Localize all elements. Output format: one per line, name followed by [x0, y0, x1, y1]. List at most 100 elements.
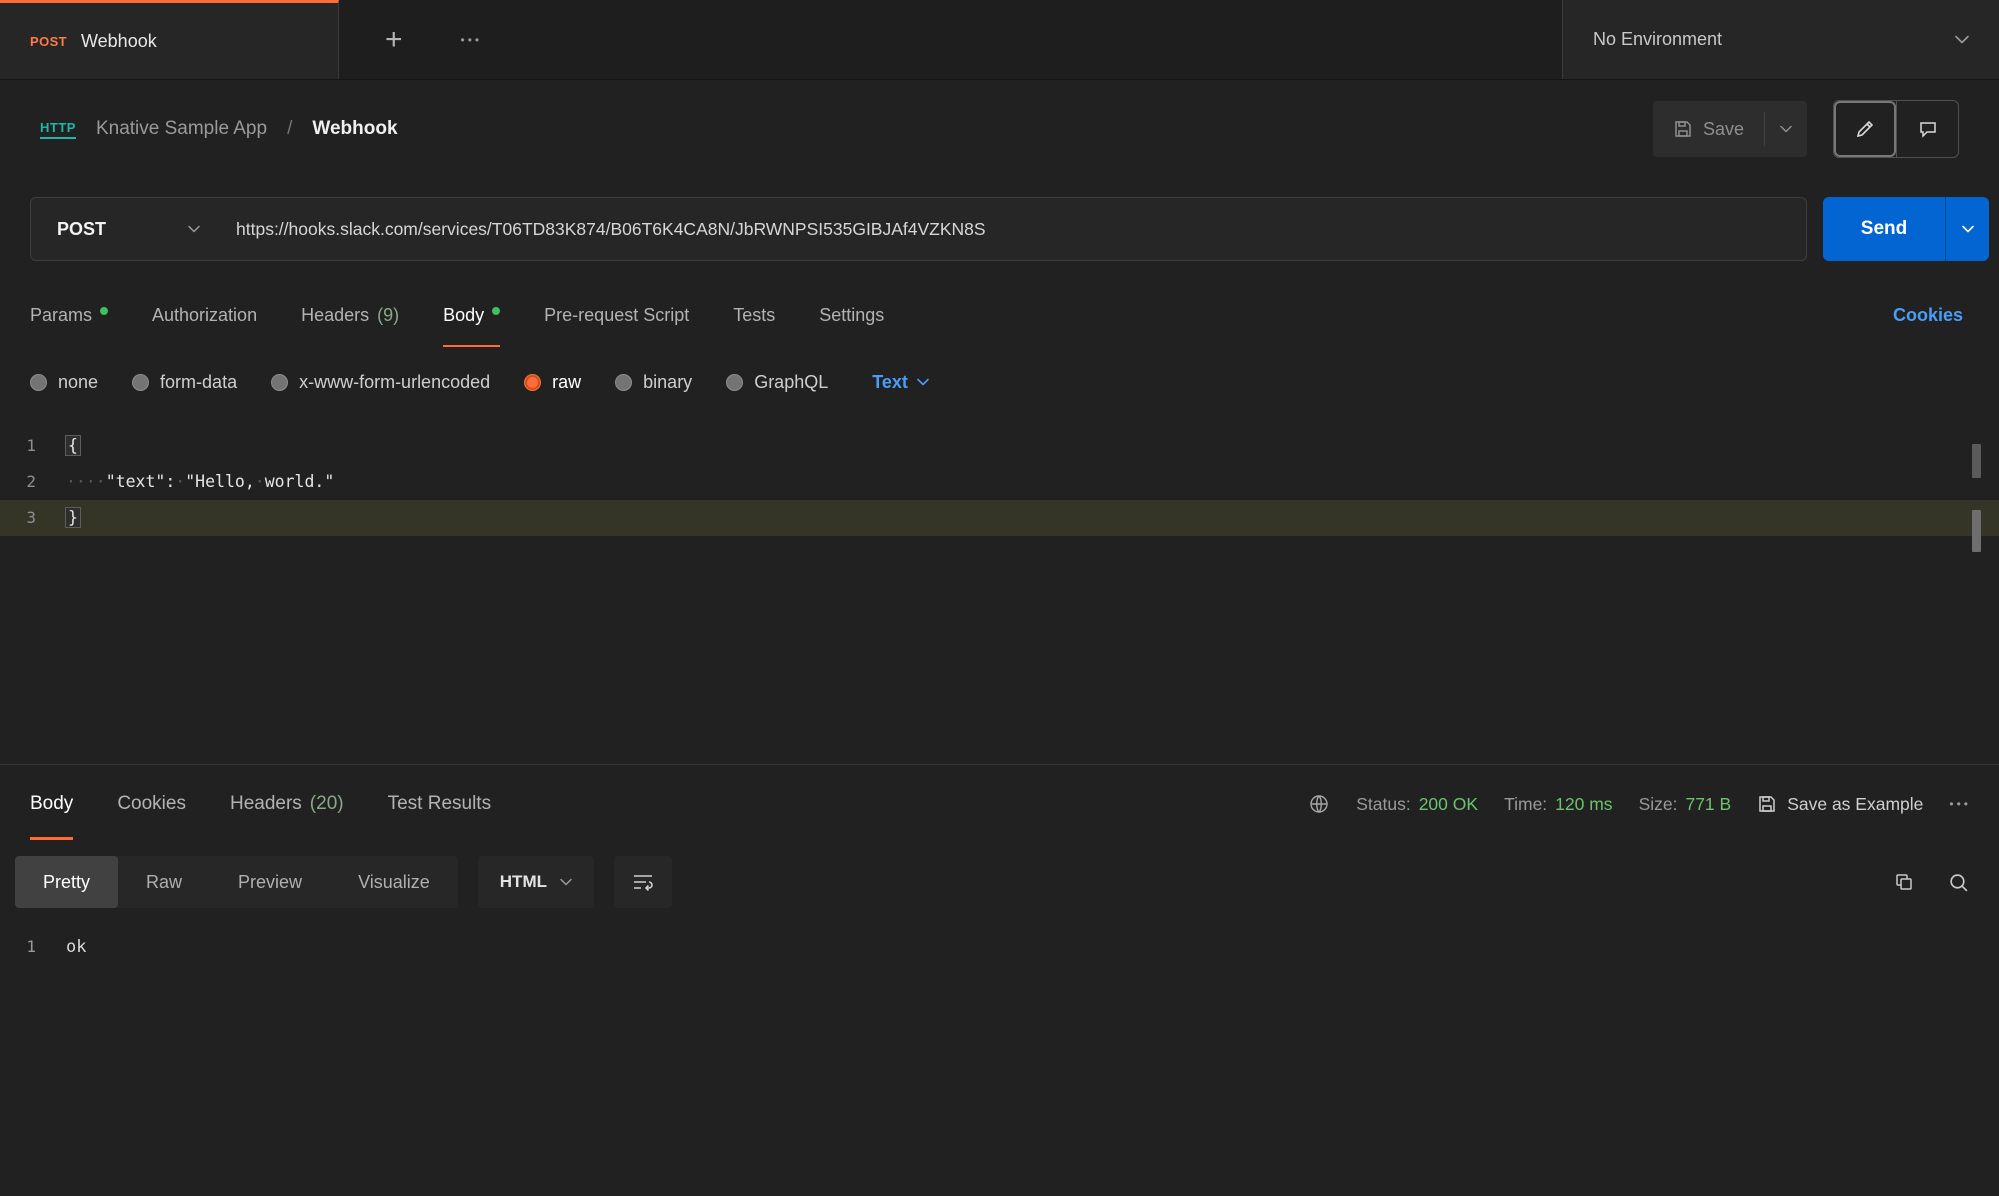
response-tab-body[interactable]: Body [30, 769, 73, 840]
size-value: 771 B [1685, 794, 1731, 815]
radio-checked-icon [524, 374, 541, 391]
view-visualize-button[interactable]: Visualize [330, 856, 458, 908]
tab-label: Settings [819, 305, 884, 326]
tab-label: Pre-request Script [544, 305, 689, 326]
radio-icon [30, 374, 47, 391]
response-tab-cookies[interactable]: Cookies [117, 769, 186, 840]
format-selector[interactable]: HTML [478, 856, 594, 908]
response-size: Size: 771 B [1639, 794, 1732, 815]
url-input[interactable] [226, 219, 1806, 240]
send-button[interactable]: Send [1823, 197, 1945, 261]
response-tab-headers[interactable]: Headers (20) [230, 769, 344, 840]
comments-button[interactable] [1896, 101, 1958, 157]
tab-label: Params [30, 305, 92, 326]
line-number: 1 [0, 428, 66, 464]
body-mode-binary[interactable]: binary [615, 372, 692, 393]
view-raw-button[interactable]: Raw [118, 856, 210, 908]
request-header: HTTP Knative Sample App / Webhook Save [0, 80, 1999, 178]
tab-pre-request-script[interactable]: Pre-request Script [544, 284, 689, 347]
language-selector[interactable]: Text [872, 372, 929, 393]
tab-tests[interactable]: Tests [733, 284, 775, 347]
body-mode-urlencoded[interactable]: x-www-form-urlencoded [271, 372, 490, 393]
network-icon[interactable] [1308, 793, 1330, 815]
line-number: 3 [0, 500, 66, 536]
scrollbar-cursor-mark[interactable] [1972, 510, 1981, 552]
breadcrumb-request-name[interactable]: Webhook [312, 118, 397, 140]
method-selector[interactable]: POST [31, 219, 226, 240]
body-mode-row: none form-data x-www-form-urlencoded raw… [0, 350, 1999, 414]
edit-request-button[interactable] [1834, 101, 1896, 157]
mode-label: GraphQL [754, 372, 828, 393]
radio-icon [726, 374, 743, 391]
tab-label: Body [30, 793, 73, 815]
tab-authorization[interactable]: Authorization [152, 284, 257, 347]
mode-label: binary [643, 372, 692, 393]
chevron-down-icon [1962, 225, 1974, 233]
tab-label: Cookies [117, 793, 186, 815]
body-mode-graphql[interactable]: GraphQL [726, 372, 828, 393]
tab-headers[interactable]: Headers (9) [301, 284, 399, 347]
more-tabs-button[interactable]: ••• [455, 32, 489, 48]
tab-params[interactable]: Params [30, 284, 108, 347]
response-tab-test-results[interactable]: Test Results [388, 769, 491, 840]
request-tab-webhook[interactable]: POST Webhook [0, 0, 339, 79]
tab-title: Webhook [81, 31, 157, 52]
line-number: 2 [0, 464, 66, 500]
save-options-button[interactable] [1765, 101, 1807, 157]
tab-bar: POST Webhook + ••• No Environment [0, 0, 1999, 80]
body-mode-none[interactable]: none [30, 372, 98, 393]
view-preview-button[interactable]: Preview [210, 856, 330, 908]
green-dot-icon [492, 307, 500, 315]
response-meta: Status: 200 OK Time: 120 ms Size: 771 B … [1308, 793, 1971, 815]
tab-label: Headers [230, 793, 302, 815]
radio-icon [132, 374, 149, 391]
response-body-line[interactable]: 1 ok [0, 927, 1999, 967]
environment-selector[interactable]: No Environment [1562, 0, 1999, 79]
response-more-button[interactable]: ••• [1949, 797, 1971, 811]
response-view-group: Pretty Raw Preview Visualize [15, 856, 458, 908]
wrap-lines-button[interactable] [614, 856, 672, 908]
pencil-icon [1855, 119, 1875, 139]
save-button-group: Save [1653, 101, 1807, 157]
environment-label: No Environment [1593, 29, 1722, 50]
time-value: 120 ms [1555, 794, 1612, 815]
status-value: 200 OK [1419, 794, 1478, 815]
copy-button[interactable] [1894, 872, 1914, 892]
search-button[interactable] [1948, 872, 1969, 893]
tab-method-badge: POST [30, 34, 67, 49]
bracket-highlight: { [66, 436, 80, 455]
new-tab-button[interactable]: + [379, 24, 409, 56]
line-number: 1 [0, 927, 66, 967]
response-status: Status: 200 OK [1356, 794, 1478, 815]
tab-body[interactable]: Body [443, 284, 500, 347]
code-line: 2 ····"text":·"Hello,·world." [0, 464, 1999, 500]
save-button-label: Save [1703, 119, 1744, 140]
cookies-link[interactable]: Cookies [1893, 305, 1963, 326]
mode-label: raw [552, 372, 581, 393]
body-mode-raw[interactable]: raw [524, 372, 581, 393]
save-button[interactable]: Save [1653, 101, 1764, 157]
tab-settings[interactable]: Settings [819, 284, 884, 347]
save-icon [1757, 794, 1777, 814]
tab-label: Authorization [152, 305, 257, 326]
response-time: Time: 120 ms [1504, 794, 1613, 815]
response-body-text: ok [66, 927, 86, 967]
tab-label: Headers [301, 305, 369, 326]
request-body-editor[interactable]: 1 { 2 ····"text":·"Hello,·world." 3 } [0, 414, 1999, 764]
copy-icon [1894, 872, 1914, 892]
send-options-button[interactable] [1945, 197, 1989, 261]
chevron-down-icon [917, 378, 929, 386]
tab-strip: + ••• [339, 0, 1562, 79]
text-wrap-icon [632, 873, 654, 891]
view-pretty-button[interactable]: Pretty [15, 856, 118, 908]
url-row: POST Send [0, 178, 1999, 280]
response-section: Body Cookies Headers (20) Test Results S… [0, 764, 1999, 967]
code-line-current: 3 } [0, 500, 1999, 536]
breadcrumb-collection[interactable]: Knative Sample App [96, 118, 267, 140]
chevron-down-icon [1780, 125, 1792, 133]
save-as-example-button[interactable]: Save as Example [1757, 794, 1923, 815]
edit-comment-group [1833, 100, 1959, 158]
scrollbar-mark[interactable] [1972, 444, 1981, 478]
bracket-highlight: } [66, 508, 80, 527]
body-mode-form-data[interactable]: form-data [132, 372, 237, 393]
